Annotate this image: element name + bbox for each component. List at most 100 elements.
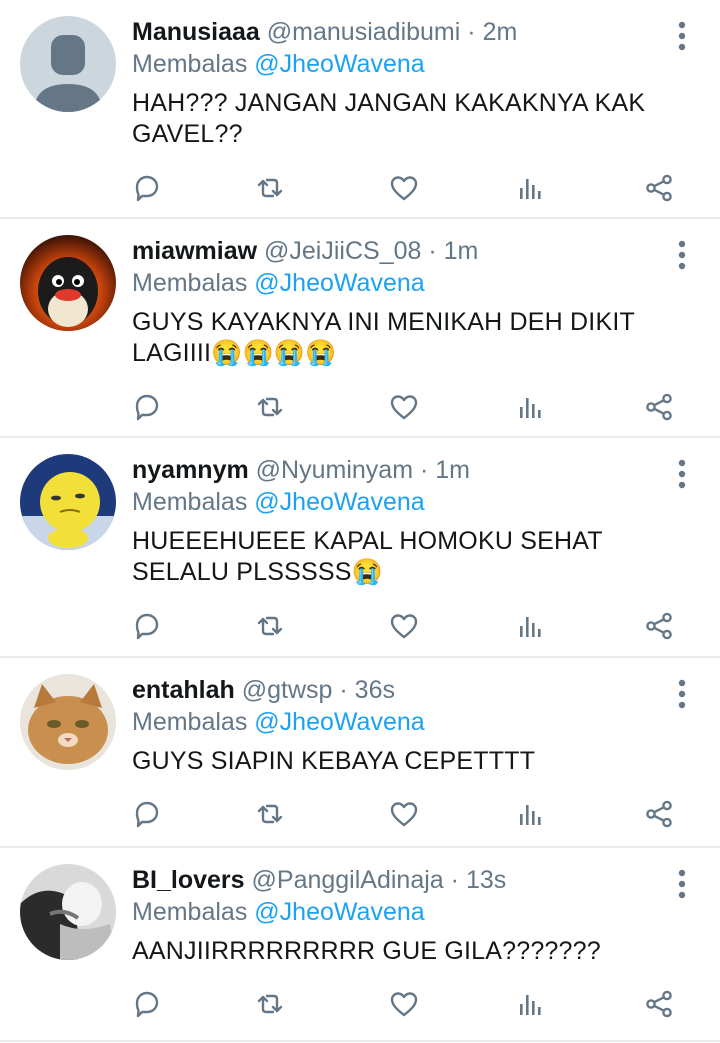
more-options-button[interactable] [672, 239, 692, 271]
more-options-button[interactable] [672, 868, 692, 900]
display-name[interactable]: nyamnym [132, 456, 249, 484]
mention-link[interactable]: @JheoWavena [254, 269, 424, 297]
tweet-reply[interactable]: Manusiaaa @manusiadibumi · 2m Membalas @… [0, 0, 720, 219]
avatar[interactable] [20, 864, 116, 960]
reply-button[interactable] [127, 984, 167, 1024]
share-button[interactable] [639, 984, 679, 1024]
like-button[interactable] [384, 387, 424, 427]
timestamp: 36s [354, 676, 395, 704]
heart-icon [390, 614, 418, 639]
user-handle[interactable]: @PanggilAdinaja [252, 866, 444, 894]
analytics-icon [520, 179, 541, 199]
user-handle[interactable]: @gtwsp [242, 676, 333, 704]
retweet-button[interactable] [250, 606, 290, 646]
tweet-text: AANJIIRRRRRRRRR GUE GILA??????? [132, 937, 601, 965]
user-handle[interactable]: @JeiJiiCS_08 [264, 237, 421, 265]
analytics-button[interactable] [510, 387, 550, 427]
replying-label: Membalas [132, 708, 248, 736]
analytics-icon [520, 995, 541, 1015]
share-button[interactable] [639, 168, 679, 208]
tweet-reply[interactable]: miawmiaw @JeiJiiCS_08 · 1m Membalas @Jhe… [0, 219, 720, 438]
timestamp: 1m [443, 237, 479, 265]
avatar[interactable] [20, 674, 116, 770]
avatar[interactable] [20, 16, 116, 112]
like-button[interactable] [384, 606, 424, 646]
reply-button[interactable] [127, 606, 167, 646]
tweet-header: entahlah @gtwsp · 36s [132, 674, 660, 706]
more-vertical-icon [678, 240, 686, 270]
replying-label: Membalas [132, 898, 248, 926]
tweet-reply[interactable]: BI_lovers @PanggilAdinaja · 13s Membalas… [0, 848, 720, 1042]
replying-to: Membalas @JheoWavena [132, 896, 660, 928]
replying-to: Membalas @JheoWavena [132, 486, 660, 518]
user-handle[interactable]: @manusiadibumi [267, 18, 461, 46]
default-person-icon [20, 16, 116, 112]
analytics-button[interactable] [510, 984, 550, 1024]
user-handle[interactable]: @Nyuminyam [256, 456, 413, 484]
like-button[interactable] [384, 168, 424, 208]
comment-icon [135, 394, 159, 421]
retweet-button[interactable] [250, 168, 290, 208]
replying-label: Membalas [132, 50, 248, 78]
more-vertical-icon [678, 679, 686, 709]
heart-icon [390, 802, 418, 827]
more-options-button[interactable] [672, 458, 692, 490]
replying-label: Membalas [132, 269, 248, 297]
mention-link[interactable]: @JheoWavena [254, 50, 424, 78]
share-button[interactable] [639, 794, 679, 834]
penguin-fire-avatar [20, 235, 116, 331]
retweet-icon [257, 178, 283, 198]
avatar[interactable] [20, 454, 116, 550]
share-icon [646, 990, 672, 1018]
retweet-icon [257, 616, 283, 636]
tweet-header: nyamnym @Nyuminyam · 1m [132, 454, 660, 486]
more-options-button[interactable] [672, 678, 692, 710]
analytics-button[interactable] [510, 606, 550, 646]
tweet-text: HAH??? JANGAN JANGAN KAKAKNYA KAK GAVEL?… [132, 89, 646, 148]
tweet-text: GUYS SIAPIN KEBAYA CEPETTTT [132, 747, 536, 775]
reply-button[interactable] [127, 794, 167, 834]
timestamp: 13s [465, 866, 507, 894]
reply-button[interactable] [127, 168, 167, 208]
avatar[interactable] [20, 235, 116, 331]
share-icon [646, 612, 672, 640]
display-name[interactable]: entahlah [132, 676, 235, 704]
retweet-icon [257, 397, 283, 417]
mention-link[interactable]: @JheoWavena [254, 708, 424, 736]
reply-button[interactable] [127, 387, 167, 427]
tweet-actions [132, 984, 692, 1024]
more-options-button[interactable] [672, 20, 692, 52]
more-vertical-icon [678, 459, 686, 489]
analytics-button[interactable] [510, 794, 550, 834]
yellow-duck-avatar [20, 454, 116, 550]
mention-link[interactable]: @JheoWavena [254, 488, 424, 516]
tweet-reply[interactable]: entahlah @gtwsp · 36s Membalas @JheoWave… [0, 658, 720, 848]
like-button[interactable] [384, 794, 424, 834]
separator-dot: · [339, 676, 348, 704]
tweet-header: miawmiaw @JeiJiiCS_08 · 1m [132, 235, 660, 267]
tweet-reply[interactable]: nyamnym @Nyuminyam · 1m Membalas @JheoWa… [0, 438, 720, 658]
timestamp: 2m [482, 18, 518, 46]
retweet-button[interactable] [250, 794, 290, 834]
mention-link[interactable]: @JheoWavena [254, 898, 424, 926]
comment-icon [135, 613, 159, 640]
share-button[interactable] [639, 606, 679, 646]
more-vertical-icon [678, 869, 686, 899]
retweet-button[interactable] [250, 387, 290, 427]
display-name[interactable]: miawmiaw [132, 237, 257, 265]
retweet-icon [257, 994, 283, 1014]
analytics-button[interactable] [510, 168, 550, 208]
tweet-header: BI_lovers @PanggilAdinaja · 13s [132, 864, 660, 896]
tweet-header: Manusiaaa @manusiadibumi · 2m [132, 16, 660, 48]
replying-label: Membalas [132, 488, 248, 516]
more-vertical-icon [678, 21, 686, 51]
share-button[interactable] [639, 387, 679, 427]
analytics-icon [520, 805, 541, 825]
share-icon [646, 174, 672, 202]
retweet-button[interactable] [250, 984, 290, 1024]
display-name[interactable]: Manusiaaa [132, 18, 260, 46]
like-button[interactable] [384, 984, 424, 1024]
display-name[interactable]: BI_lovers [132, 866, 245, 894]
heart-icon [390, 395, 418, 420]
bw-couple-avatar [20, 864, 116, 960]
